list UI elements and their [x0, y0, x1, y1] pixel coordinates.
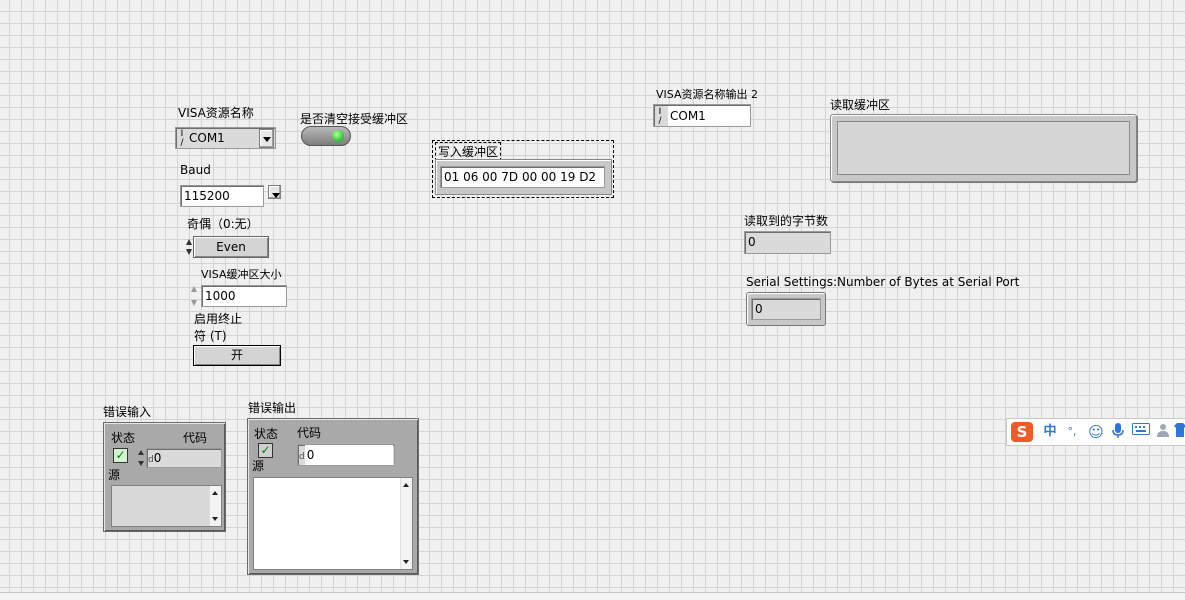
clear-buffer-label: 是否清空接受缓冲区 — [300, 112, 409, 126]
error-in-code-value: 0 — [153, 451, 162, 465]
ime-punctuation-toggle[interactable]: °, — [1063, 423, 1081, 441]
read-buffer-display — [837, 121, 1130, 175]
parity-label: 奇偶（0:无） — [187, 217, 259, 231]
error-out-code-field: d0 — [297, 444, 395, 466]
error-out-code-label: 代码 — [297, 426, 322, 440]
visa-buffer-size-field[interactable]: 1000 — [201, 285, 287, 307]
visa-resource-label: VISA资源名称 — [178, 106, 254, 120]
visa-buffer-size-spinner[interactable] — [191, 284, 199, 308]
visa-output-field: I / COM1 — [653, 104, 751, 127]
enable-term-button[interactable]: 开 — [193, 345, 281, 366]
error-out-source-label: 源 — [252, 459, 265, 473]
error-in-label: 错误输入 — [103, 405, 152, 419]
parity-ring[interactable]: Even — [193, 236, 269, 258]
error-out-source-scrollbar[interactable] — [400, 478, 412, 569]
io-icon: I / — [180, 129, 184, 148]
read-buffer-label: 读取缓冲区 — [830, 98, 891, 112]
user-icon[interactable] — [1155, 423, 1171, 441]
keyboard-icon[interactable] — [1131, 423, 1151, 441]
error-in-code-field[interactable]: d0 — [146, 448, 222, 468]
microphone-icon[interactable] — [1109, 423, 1127, 441]
write-buffer-field[interactable]: 01 06 00 7D 00 00 19 D2 — [440, 166, 605, 188]
visa-resource-value: COM1 — [189, 131, 225, 145]
enable-term-label-line1: 启用终止 — [194, 312, 243, 326]
error-in-status-checkbox[interactable]: ✓ — [113, 448, 128, 463]
error-out-label: 错误输出 — [248, 401, 297, 415]
ime-logo-icon[interactable]: S — [1011, 422, 1033, 442]
error-in-status-label: 状态 — [111, 431, 136, 445]
baud-label: Baud — [180, 163, 211, 177]
led-indicator — [332, 130, 344, 142]
error-out-status-label: 状态 — [254, 427, 279, 441]
visa-resource-dropdown-button[interactable] — [259, 129, 274, 148]
shirt-icon[interactable] — [1173, 423, 1185, 441]
smiley-icon[interactable]: ☺ — [1087, 423, 1105, 441]
enable-term-label-line2: 符 (T) — [194, 329, 227, 343]
error-in-source-scrollbar[interactable] — [209, 486, 221, 526]
baud-dropdown-button[interactable] — [268, 185, 281, 199]
bytes-read-label: 读取到的字节数 — [744, 214, 829, 228]
error-in-source-label: 源 — [108, 468, 121, 482]
bytes-read-display: 0 — [744, 231, 831, 254]
serial-bytes-display: 0 — [751, 298, 821, 320]
ime-mode-toggle[interactable]: 中 — [1041, 423, 1059, 441]
visa-output-value: COM1 — [668, 106, 750, 126]
visa-buffer-size-label: VISA缓冲区大小 — [201, 268, 282, 281]
error-in-source-field[interactable] — [111, 485, 222, 527]
error-out-source-field — [253, 477, 413, 570]
error-in-code-spinner[interactable] — [138, 448, 146, 468]
ime-toolbar: S 中 °, ☺ — [1006, 418, 1185, 446]
baud-field[interactable]: 115200 — [180, 185, 264, 207]
error-in-code-label: 代码 — [183, 431, 208, 445]
visa-output-label: VISA资源名称输出 2 — [656, 88, 758, 101]
error-out-status-checkbox: ✓ — [258, 443, 273, 458]
serial-bytes-label: Serial Settings:Number of Bytes at Seria… — [746, 275, 1020, 289]
error-out-code-value: 0 — [304, 445, 393, 465]
clear-buffer-led-toggle[interactable] — [301, 126, 351, 146]
io-icon: I / — [658, 107, 662, 126]
